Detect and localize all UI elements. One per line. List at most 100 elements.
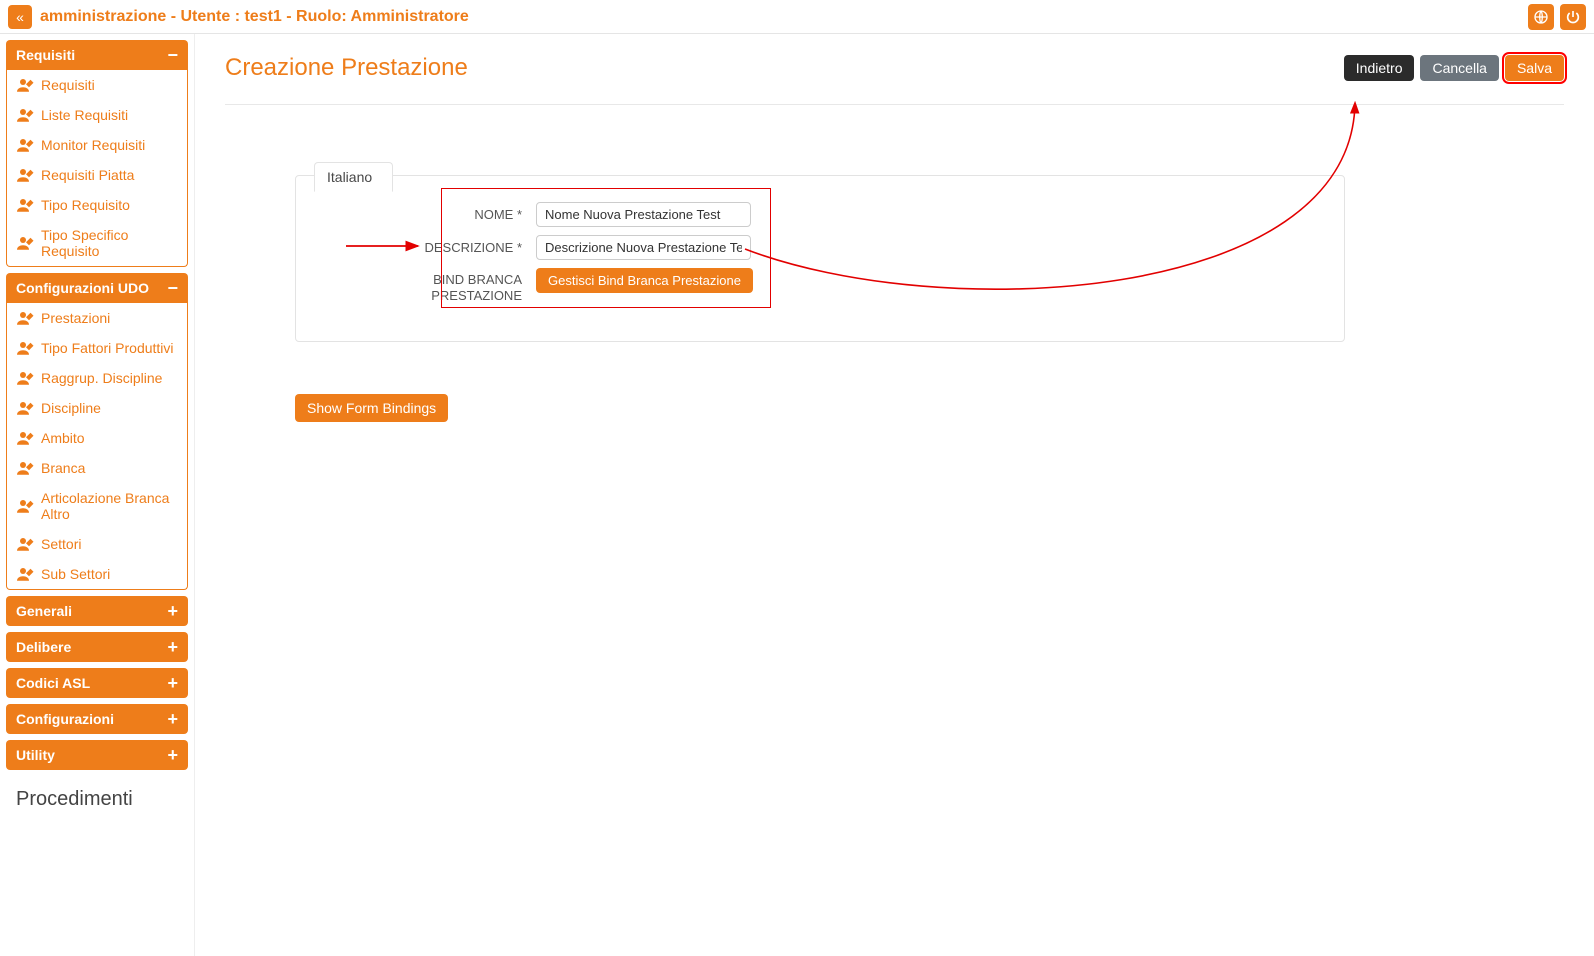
sidebar-item-prestazioni[interactable]: Prestazioni bbox=[7, 303, 187, 333]
section-header-configurazioni[interactable]: Configurazioni + bbox=[6, 704, 188, 734]
nav-label: Sub Settori bbox=[41, 566, 110, 582]
section-title: Requisiti bbox=[16, 47, 75, 63]
input-nome[interactable] bbox=[536, 202, 751, 227]
sidebar-item-tipo-requisito[interactable]: Tipo Requisito bbox=[7, 190, 187, 220]
plus-icon: + bbox=[167, 714, 178, 724]
input-descrizione[interactable] bbox=[536, 235, 751, 260]
nav-label: Tipo Specifico Requisito bbox=[41, 227, 177, 259]
gestisci-bind-button[interactable]: Gestisci Bind Branca Prestazione bbox=[536, 268, 753, 293]
action-bar: Indietro Cancella Salva bbox=[1344, 55, 1564, 81]
nav-label: Settori bbox=[41, 536, 81, 552]
sidebar-item-raggrup-discipline[interactable]: Raggrup. Discipline bbox=[7, 363, 187, 393]
nav-label: Discipline bbox=[41, 400, 101, 416]
sidebar-item-ambito[interactable]: Ambito bbox=[7, 423, 187, 453]
globe-button[interactable] bbox=[1528, 4, 1554, 30]
user-edit-icon bbox=[17, 499, 33, 513]
topbar-right bbox=[1528, 4, 1586, 30]
nav-label: Prestazioni bbox=[41, 310, 110, 326]
sidebar-item-tipo-fattori-produttivi[interactable]: Tipo Fattori Produttivi bbox=[7, 333, 187, 363]
label-nome: NOME * bbox=[396, 207, 536, 223]
user-edit-icon bbox=[17, 168, 33, 182]
power-icon bbox=[1565, 9, 1581, 25]
plus-icon: + bbox=[167, 606, 178, 616]
nav-label: Articolazione Branca Altro bbox=[41, 490, 177, 522]
section-title: Configurazioni bbox=[16, 711, 114, 727]
globe-icon bbox=[1533, 9, 1549, 25]
nav-label: Branca bbox=[41, 460, 85, 476]
nav-label: Monitor Requisiti bbox=[41, 137, 145, 153]
sidebar[interactable]: Requisiti − Requisiti Liste Requisiti Mo… bbox=[0, 34, 195, 956]
sidebar-item-settori[interactable]: Settori bbox=[7, 529, 187, 559]
sidebar-item-monitor-requisiti[interactable]: Monitor Requisiti bbox=[7, 130, 187, 160]
nav-label: Liste Requisiti bbox=[41, 107, 128, 123]
page-title: Creazione Prestazione bbox=[225, 54, 468, 82]
topbar-left: « amministrazione - Utente : test1 - Ruo… bbox=[8, 5, 469, 29]
minus-icon: − bbox=[167, 50, 178, 60]
section-header-requisiti[interactable]: Requisiti − bbox=[6, 40, 188, 70]
sidebar-item-tipo-specifico-requisito[interactable]: Tipo Specifico Requisito bbox=[7, 220, 187, 266]
user-edit-icon bbox=[17, 401, 33, 415]
form-row-nome: NOME * bbox=[396, 202, 1324, 227]
plus-icon: + bbox=[167, 642, 178, 652]
section-title: Configurazioni UDO bbox=[16, 280, 149, 296]
section-title: Utility bbox=[16, 747, 55, 763]
topbar: « amministrazione - Utente : test1 - Ruo… bbox=[0, 0, 1594, 34]
back-button[interactable]: Indietro bbox=[1344, 55, 1415, 81]
user-edit-icon bbox=[17, 461, 33, 475]
plus-icon: + bbox=[167, 750, 178, 760]
user-edit-icon bbox=[17, 341, 33, 355]
user-edit-icon bbox=[17, 78, 33, 92]
show-form-bindings-button[interactable]: Show Form Bindings bbox=[295, 394, 448, 422]
sidebar-item-discipline[interactable]: Discipline bbox=[7, 393, 187, 423]
topbar-title: amministrazione - Utente : test1 - Ruolo… bbox=[40, 8, 469, 26]
user-edit-icon bbox=[17, 567, 33, 581]
main: Creazione Prestazione Indietro Cancella … bbox=[195, 34, 1594, 956]
cancel-button[interactable]: Cancella bbox=[1420, 55, 1498, 81]
section-title: Delibere bbox=[16, 639, 71, 655]
user-edit-icon bbox=[17, 537, 33, 551]
chevron-double-left-icon: « bbox=[16, 9, 24, 25]
sidebar-item-liste-requisiti[interactable]: Liste Requisiti bbox=[7, 100, 187, 130]
power-button[interactable] bbox=[1560, 4, 1586, 30]
save-button[interactable]: Salva bbox=[1505, 55, 1564, 81]
page-header: Creazione Prestazione Indietro Cancella … bbox=[225, 54, 1564, 105]
user-edit-icon bbox=[17, 311, 33, 325]
form-panel: Italiano NOME * DESCRIZIONE * BIND BRANC… bbox=[295, 175, 1345, 342]
label-descrizione: DESCRIZIONE * bbox=[396, 240, 536, 256]
nav-label: Requisiti bbox=[41, 77, 95, 93]
section-title: Generali bbox=[16, 603, 72, 619]
sidebar-footer-title: Procedimenti bbox=[6, 776, 188, 817]
sidebar-item-branca[interactable]: Branca bbox=[7, 453, 187, 483]
form-body: NOME * DESCRIZIONE * BIND BRANCA PRESTAZ… bbox=[296, 176, 1344, 341]
user-edit-icon bbox=[17, 431, 33, 445]
section-header-codici-asl[interactable]: Codici ASL + bbox=[6, 668, 188, 698]
sidebar-collapse-button[interactable]: « bbox=[8, 5, 32, 29]
sidebar-item-sub-settori[interactable]: Sub Settori bbox=[7, 559, 187, 589]
user-edit-icon bbox=[17, 138, 33, 152]
plus-icon: + bbox=[167, 678, 178, 688]
section-body-requisiti: Requisiti Liste Requisiti Monitor Requis… bbox=[6, 70, 188, 267]
sidebar-item-requisiti[interactable]: Requisiti bbox=[7, 70, 187, 100]
tab-italiano[interactable]: Italiano bbox=[314, 162, 393, 192]
sidebar-item-requisiti-piatta[interactable]: Requisiti Piatta bbox=[7, 160, 187, 190]
user-edit-icon bbox=[17, 108, 33, 122]
user-edit-icon bbox=[17, 371, 33, 385]
user-edit-icon bbox=[17, 236, 33, 250]
label-bind-branca: BIND BRANCA PRESTAZIONE bbox=[396, 268, 536, 303]
section-body-configurazioni-udo: Prestazioni Tipo Fattori Produttivi Ragg… bbox=[6, 303, 188, 590]
layout: Requisiti − Requisiti Liste Requisiti Mo… bbox=[0, 34, 1594, 956]
section-title: Codici ASL bbox=[16, 675, 90, 691]
form-row-bind-branca: BIND BRANCA PRESTAZIONE Gestisci Bind Br… bbox=[396, 268, 1324, 303]
nav-label: Raggrup. Discipline bbox=[41, 370, 162, 386]
nav-label: Requisiti Piatta bbox=[41, 167, 134, 183]
nav-label: Ambito bbox=[41, 430, 85, 446]
section-header-delibere[interactable]: Delibere + bbox=[6, 632, 188, 662]
section-header-configurazioni-udo[interactable]: Configurazioni UDO − bbox=[6, 273, 188, 303]
section-header-utility[interactable]: Utility + bbox=[6, 740, 188, 770]
sidebar-item-articolazione-branca-altro[interactable]: Articolazione Branca Altro bbox=[7, 483, 187, 529]
form-row-descrizione: DESCRIZIONE * bbox=[396, 235, 1324, 260]
user-edit-icon bbox=[17, 198, 33, 212]
nav-label: Tipo Requisito bbox=[41, 197, 130, 213]
section-header-generali[interactable]: Generali + bbox=[6, 596, 188, 626]
minus-icon: − bbox=[167, 283, 178, 293]
